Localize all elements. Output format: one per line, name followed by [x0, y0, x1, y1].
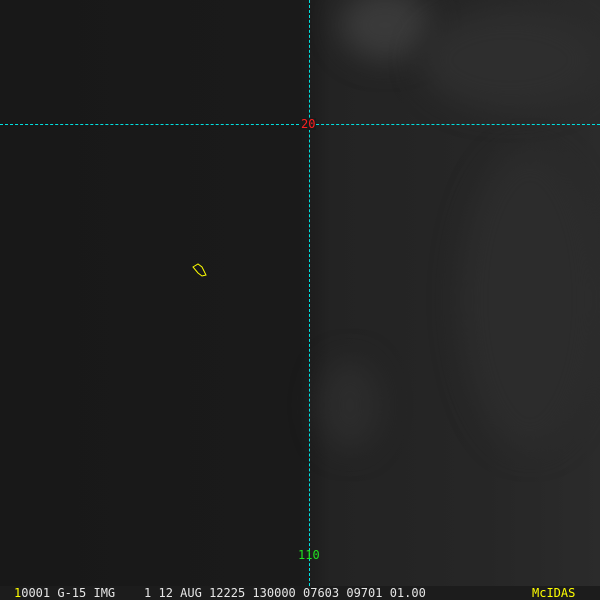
brand-label: McIDAS: [532, 586, 576, 600]
coastline-outline: [192, 263, 207, 277]
cloud-feature: [320, 360, 380, 450]
longitude-gridline: [309, 0, 310, 586]
cloud-feature: [420, 10, 600, 110]
longitude-label: 110: [298, 548, 320, 562]
status-bar: 10001 G-15 IMG 1 12 AUG 12225 130000 076…: [0, 586, 600, 600]
cloud-feature: [340, 0, 430, 60]
latitude-label: 20: [300, 117, 317, 131]
image-info: 0001 G-15 IMG 1 12 AUG 12225 130000 0760…: [21, 586, 426, 600]
satellite-image[interactable]: 20 110 10001 G-15 IMG 1 12 AUG 12225 130…: [0, 0, 600, 600]
cloud-feature: [460, 150, 600, 450]
